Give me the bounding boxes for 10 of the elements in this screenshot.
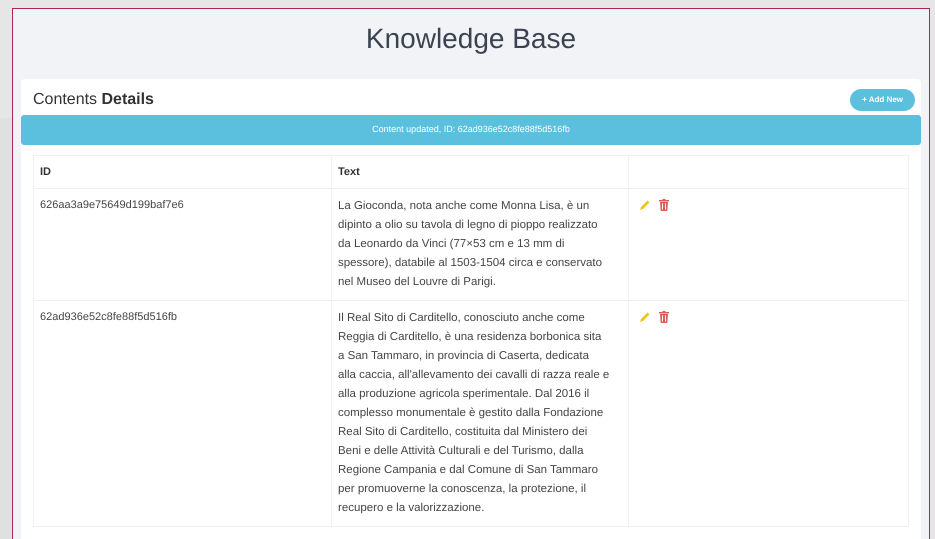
page-title: Knowledge Base <box>366 22 576 56</box>
add-new-button[interactable]: + Add New <box>850 89 915 111</box>
table-cell: 62ad936e52c8fe88f5d516fb <box>34 300 332 526</box>
table-cell: Il Real Sito di Carditello, conosciuto anche come Reggia di Carditello, è una residenza borbonica sita a San Tammaro, in provincia di Caserta, dedicata alla caccia, all'allevamento dei cavalli di razza reale e alla produzione agricola sperimentale. Dal 2016 il complesso monumentale è gestito dalla Fondazione Real Sito di Carditello, costituita dal Ministero dei Beni e delle Attività Culturali e del Turismo, dalla Regione Campania e dal Comune di San Tammaro per promuoverne la conoscenza, la protezione, il recupero e la valorizzazione. <box>332 300 628 526</box>
table-cell: 626aa3a9e75649d199baf7e6 <box>34 188 332 300</box>
table-cell: La Gioconda, nota anche come Monna Lisa, è un dipinto a olio su tavola di legno di pioppo realizzato da Leonardo da Vinci (77×53 cm e 13 mm di spessore), databile al 1503-1504 circa e conservato nel Museo del Louvre di Parigi. <box>332 188 628 300</box>
card-title: Contents Details <box>33 90 154 110</box>
column-header: ID <box>34 155 332 188</box>
column-header: Text <box>332 155 628 188</box>
success-alert: Content updated, ID: 62ad936e52c8fe88f5d516fb <box>21 115 921 144</box>
